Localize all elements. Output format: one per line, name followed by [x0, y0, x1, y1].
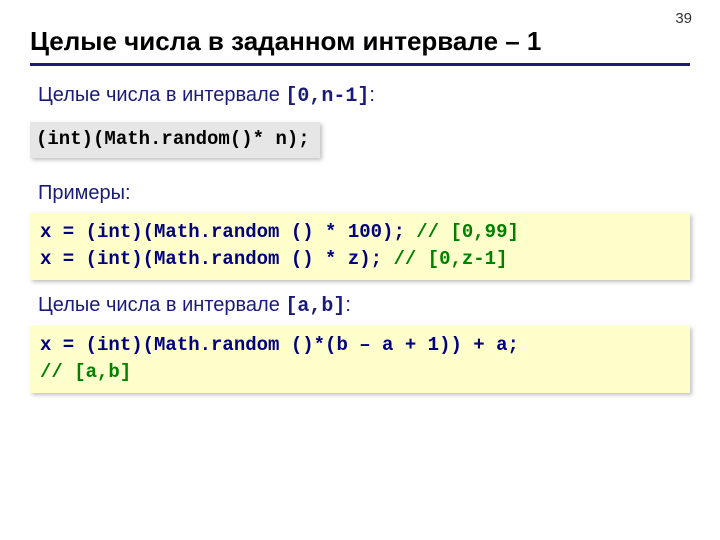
page-number: 39 [675, 10, 692, 27]
code2-line2-comment: // [0,z-1] [393, 248, 507, 270]
code3-line1: x = (int)(Math.random ()*(b – a + 1)) + … [40, 332, 680, 360]
slide-title: Целые числа в заданном интервале – 1 [30, 26, 690, 57]
slide-content: Целые числа в заданном интервале – 1 Цел… [0, 0, 720, 427]
intro1-mono: [0,n-1] [285, 85, 369, 108]
code2-line1: x = (int)(Math.random () * 100); // [0,9… [40, 219, 680, 247]
examples-label: Примеры: [38, 182, 690, 205]
intro-line-2: Целые числа в интервале [a,b]: [38, 294, 690, 318]
code2-line1-code: x = (int)(Math.random () * 100); [40, 221, 416, 243]
intro1-suffix: : [369, 84, 375, 106]
intro1-text: Целые числа в интервале [38, 84, 285, 106]
intro2-mono: [a,b] [285, 295, 345, 318]
code-block-3: x = (int)(Math.random ()*(b – a + 1)) + … [30, 326, 690, 393]
code-block-2: x = (int)(Math.random () * 100); // [0,9… [30, 213, 690, 280]
code3-line2: // [a,b] [40, 359, 680, 387]
code2-line2: x = (int)(Math.random () * z); // [0,z-1… [40, 246, 680, 274]
title-rule [30, 63, 690, 66]
intro2-suffix: : [345, 294, 351, 316]
code2-line2-code: x = (int)(Math.random () * z); [40, 248, 393, 270]
code-block-1: (int)(Math.random()* n); [30, 122, 320, 158]
intro-line-1: Целые числа в интервале [0,n-1]: [38, 84, 690, 108]
intro2-text: Целые числа в интервале [38, 294, 285, 316]
code2-line1-comment: // [0,99] [416, 221, 519, 243]
